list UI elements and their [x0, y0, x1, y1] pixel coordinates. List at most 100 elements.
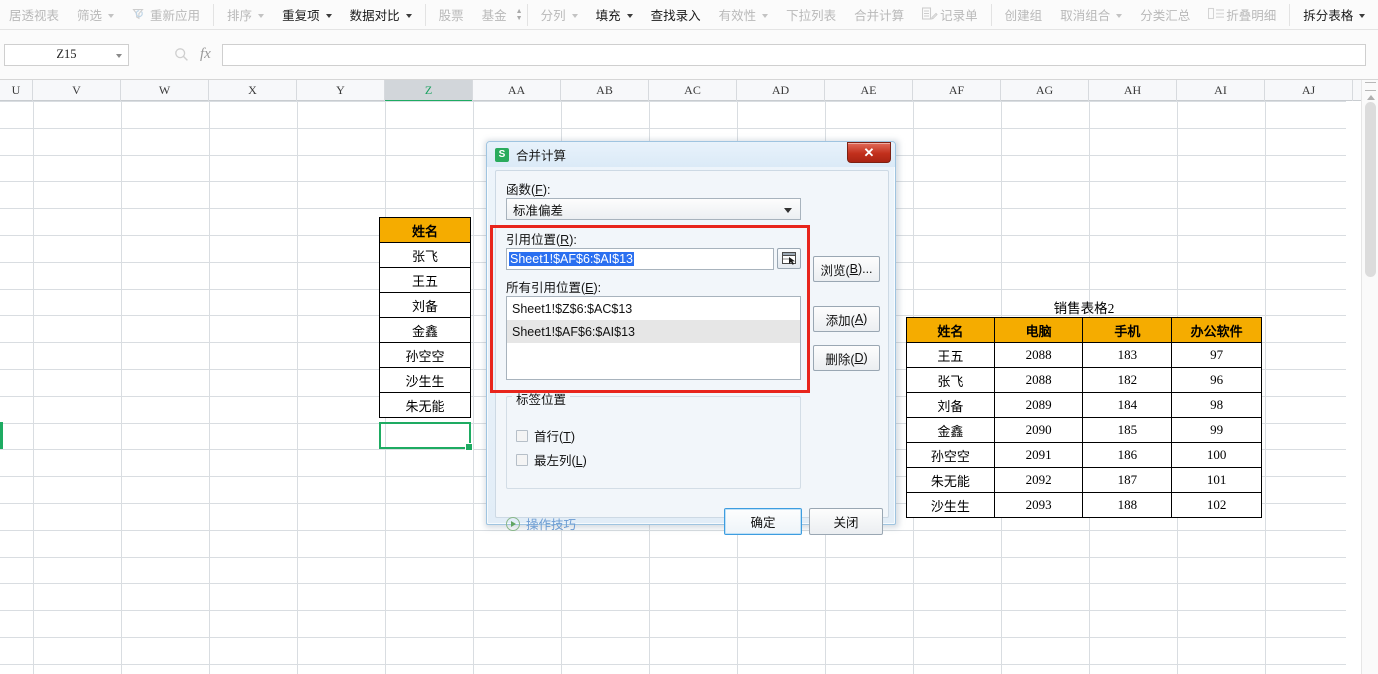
- toolbar-item-16[interactable]: 下拉列表: [777, 2, 845, 28]
- table-row[interactable]: 张飞 2088 182 96: [906, 367, 1262, 393]
- reference-list-item-0[interactable]: Sheet1!$Z$6:$AC$13: [507, 297, 800, 320]
- toolbar-item-18[interactable]: 记录单: [913, 2, 987, 28]
- table-cell[interactable]: 188: [1082, 492, 1173, 518]
- toolbar-item-12[interactable]: 分列: [532, 2, 587, 28]
- table-row[interactable]: 刘备: [379, 292, 471, 318]
- toolbar-item-21[interactable]: 取消组合: [1051, 2, 1131, 28]
- column-header-W[interactable]: W: [121, 80, 209, 101]
- column-header-AA[interactable]: AA: [473, 80, 561, 101]
- toolbar-item-25[interactable]: 拆分表格: [1294, 2, 1374, 28]
- all-references-list[interactable]: Sheet1!$Z$6:$AC$13 Sheet1!$AF$6:$AI$13: [506, 296, 801, 380]
- table-cell[interactable]: 金鑫: [379, 317, 471, 343]
- table-cell[interactable]: 孙空空: [906, 442, 995, 468]
- table-cell[interactable]: 185: [1082, 417, 1173, 443]
- table-cell[interactable]: 187: [1082, 467, 1173, 493]
- table-cell[interactable]: 2088: [993, 367, 1084, 393]
- chevron-down-icon[interactable]: [1359, 13, 1366, 18]
- table-cell[interactable]: 97: [1171, 342, 1262, 368]
- column-header-AJ[interactable]: AJ: [1265, 80, 1353, 101]
- scroll-up-icon[interactable]: [1367, 95, 1375, 100]
- top-row-checkbox[interactable]: [516, 429, 528, 442]
- sales-table-1[interactable]: 姓名 张飞 王五 刘备 金鑫 孙空空 沙生生 朱无能: [379, 217, 471, 418]
- table-cell[interactable]: 101: [1171, 467, 1262, 493]
- table-row[interactable]: 金鑫: [379, 317, 471, 343]
- toolbar-item-15[interactable]: 有效性: [710, 2, 778, 28]
- table-row[interactable]: 刘备 2089 184 98: [906, 392, 1262, 418]
- toolbar-gallery-spinner[interactable]: ▲ ▼: [516, 2, 523, 28]
- table-cell[interactable]: 王五: [379, 267, 471, 293]
- vertical-scrollbar[interactable]: [1361, 80, 1378, 674]
- toolbar-item-5[interactable]: 重复项: [273, 2, 341, 28]
- toolbar-item-17[interactable]: 合并计算: [845, 2, 913, 28]
- column-header-AH[interactable]: AH: [1089, 80, 1177, 101]
- formula-input[interactable]: [221, 43, 1366, 66]
- table-row[interactable]: 张飞: [379, 242, 471, 268]
- chevron-down-icon[interactable]: [108, 13, 115, 18]
- table-cell[interactable]: 张飞: [906, 367, 995, 393]
- delete-button[interactable]: 删除(D): [813, 345, 880, 371]
- table-cell[interactable]: 183: [1082, 342, 1173, 368]
- ok-button[interactable]: 确定: [724, 508, 802, 535]
- table-cell[interactable]: 刘备: [906, 392, 995, 418]
- table-cell[interactable]: 98: [1171, 392, 1262, 418]
- table-cell[interactable]: 2088: [993, 342, 1084, 368]
- range-picker-button[interactable]: [777, 248, 801, 269]
- toolbar-item-26[interactable]: 合并表格: [1374, 2, 1378, 28]
- close-button[interactable]: 关闭: [809, 508, 883, 535]
- column-header-V[interactable]: V: [33, 80, 121, 101]
- reference-list-item-1[interactable]: Sheet1!$AF$6:$AI$13: [507, 320, 800, 343]
- chevron-down-icon[interactable]: [325, 13, 332, 18]
- column-header-AD[interactable]: AD: [737, 80, 825, 101]
- table-row[interactable]: 朱无能: [379, 392, 471, 418]
- table-cell[interactable]: 2090: [993, 417, 1084, 443]
- table-cell[interactable]: 张飞: [379, 242, 471, 268]
- toolbar-item-20[interactable]: 创建组: [996, 2, 1052, 28]
- table-row[interactable]: 沙生生: [379, 367, 471, 393]
- column-header-Z[interactable]: Z: [385, 80, 473, 102]
- table-cell[interactable]: 2091: [993, 442, 1084, 468]
- table-cell[interactable]: 刘备: [379, 292, 471, 318]
- reference-input[interactable]: Sheet1!$AF$6:$AI$13: [506, 248, 774, 270]
- chevron-down-icon[interactable]: [116, 53, 122, 58]
- toolbar-item-14[interactable]: 查找录入: [642, 2, 710, 28]
- table-cell[interactable]: 102: [1171, 492, 1262, 518]
- table-cell[interactable]: 2092: [993, 467, 1084, 493]
- column-header-U[interactable]: U: [0, 80, 33, 101]
- tips-link[interactable]: 操作技巧: [506, 514, 576, 533]
- active-cell-z15[interactable]: [379, 422, 473, 451]
- search-icon[interactable]: [174, 47, 189, 62]
- table-cell[interactable]: 182: [1082, 367, 1173, 393]
- table-row[interactable]: 朱无能 2092 187 101: [906, 467, 1262, 493]
- table-cell[interactable]: 2089: [993, 392, 1084, 418]
- chevron-down-icon[interactable]: [762, 13, 769, 18]
- split-handle[interactable]: [1365, 82, 1376, 91]
- chevron-down-icon[interactable]: [571, 13, 578, 18]
- toolbar-item-4[interactable]: 排序: [218, 2, 273, 28]
- function-icon[interactable]: fx: [200, 46, 211, 63]
- column-header-Y[interactable]: Y: [297, 80, 385, 101]
- table-row[interactable]: 金鑫 2090 185 99: [906, 417, 1262, 443]
- close-icon[interactable]: ✕: [847, 142, 891, 163]
- table-cell[interactable]: 王五: [906, 342, 995, 368]
- column-header-AI[interactable]: AI: [1177, 80, 1265, 101]
- toolbar-item-6[interactable]: 数据对比: [341, 2, 421, 28]
- table-row[interactable]: 王五 2088 183 97: [906, 342, 1262, 368]
- left-column-checkbox-row[interactable]: 最左列(L): [516, 450, 587, 469]
- table-cell[interactable]: 沙生生: [379, 367, 471, 393]
- sales-table-2[interactable]: 姓名 电脑 手机 办公软件 王五 2088 183 97 张飞 2088 182 96 刘备 2089 18…: [906, 317, 1262, 518]
- table-row[interactable]: 孙空空: [379, 342, 471, 368]
- top-row-checkbox-row[interactable]: 首行(T): [516, 426, 575, 445]
- toolbar-item-22[interactable]: 分类汇总: [1131, 2, 1199, 28]
- toolbar-item-2[interactable]: 重新应用: [123, 2, 209, 28]
- table-cell[interactable]: 184: [1082, 392, 1173, 418]
- table-row[interactable]: 孙空空 2091 186 100: [906, 442, 1262, 468]
- vertical-scrollbar-thumb[interactable]: [1365, 102, 1376, 277]
- add-button[interactable]: 添加(A): [813, 306, 880, 332]
- toolbar-item-1[interactable]: 筛选: [68, 2, 123, 28]
- browse-button[interactable]: 浏览(B)...: [813, 256, 880, 282]
- column-header-AF[interactable]: AF: [913, 80, 1001, 101]
- chevron-down-icon[interactable]: [626, 13, 633, 18]
- table-cell[interactable]: 2093: [993, 492, 1084, 518]
- toolbar-item-13[interactable]: 填充: [587, 2, 642, 28]
- table-cell[interactable]: 孙空空: [379, 342, 471, 368]
